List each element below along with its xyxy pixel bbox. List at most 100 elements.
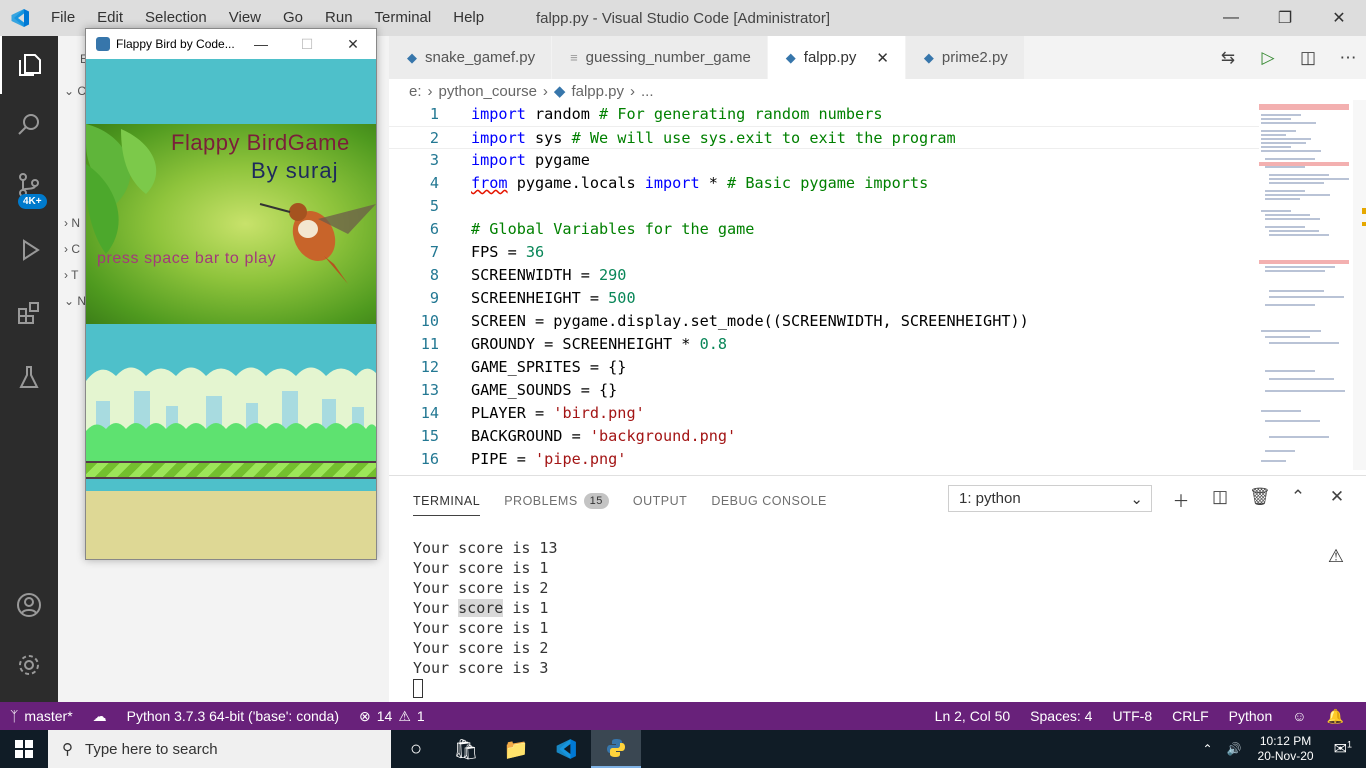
- status-eol[interactable]: CRLF: [1162, 708, 1219, 724]
- status-position[interactable]: Ln 2, Col 50: [925, 708, 1021, 724]
- testing-flask-icon[interactable]: [0, 348, 58, 406]
- terminal-select-value: 1: python: [959, 490, 1021, 507]
- notification-bell-icon[interactable]: 🔔: [1317, 708, 1354, 725]
- close-window-button[interactable]: ✕: [1312, 0, 1366, 36]
- breadcrumb-more[interactable]: ...: [641, 83, 654, 100]
- store-icon[interactable]: 🛍: [441, 730, 491, 768]
- window-controls: — ❐ ✕: [1204, 0, 1366, 36]
- code-token: # For generating random numbers: [599, 105, 883, 123]
- status-spaces[interactable]: Spaces: 4: [1020, 708, 1102, 724]
- tab-falpp[interactable]: ◆ falpp.py ✕: [767, 36, 906, 79]
- close-panel-icon[interactable]: ✕: [1327, 487, 1347, 512]
- run-file-icon[interactable]: ▷: [1258, 48, 1278, 68]
- code-line: 14 PLAYER = 'bird.png': [389, 402, 1259, 425]
- sidebar-section[interactable]: ⌄ N: [64, 294, 86, 308]
- run-debug-icon[interactable]: [0, 221, 58, 279]
- breadcrumb-folder[interactable]: python_course: [439, 83, 537, 100]
- sidebar-section[interactable]: › C: [64, 242, 80, 256]
- breadcrumb-drive[interactable]: e:: [409, 83, 422, 100]
- new-terminal-icon[interactable]: ＋: [1171, 487, 1191, 512]
- more-actions-icon[interactable]: ⋯: [1338, 48, 1358, 68]
- status-problems[interactable]: ⊗ 14 ⚠ 1: [349, 708, 435, 725]
- minimize-button[interactable]: —: [1204, 0, 1258, 36]
- split-terminal-icon[interactable]: ◫: [1210, 487, 1230, 512]
- status-bar: ᛉ master* ☁ Python 3.7.3 64-bit ('base': …: [0, 702, 1366, 730]
- tab-terminal[interactable]: TERMINAL: [413, 486, 481, 516]
- tab-output[interactable]: OUTPUT: [633, 486, 687, 516]
- sidebar-row: T: [71, 268, 79, 282]
- maximize-button[interactable]: ☐: [284, 29, 330, 59]
- task-view-icon[interactable]: ○: [391, 730, 441, 768]
- scm-badge: 4K+: [18, 194, 47, 209]
- line-number: 7: [429, 243, 439, 261]
- python-icon: ◆: [923, 49, 934, 65]
- trash-icon[interactable]: 🗑: [1249, 487, 1271, 512]
- menu-file[interactable]: File: [40, 0, 86, 36]
- status-language[interactable]: Python: [1219, 708, 1283, 724]
- extensions-icon[interactable]: [0, 284, 58, 342]
- accounts-icon[interactable]: [0, 576, 58, 634]
- code-token: random: [525, 105, 600, 123]
- status-interpreter[interactable]: Python 3.7.3 64-bit ('base': conda): [117, 708, 349, 724]
- tab-prime2[interactable]: ◆ prime2.py: [905, 36, 1025, 79]
- terminal-output[interactable]: Your score is 13 Your score is 1 Your sc…: [413, 538, 558, 698]
- restore-button[interactable]: ❐: [1258, 0, 1312, 36]
- terminal-line: Your score is 2: [413, 579, 549, 597]
- terminal-line: Your score is 3: [413, 659, 549, 677]
- terminal-line: Your score is 13: [413, 539, 558, 557]
- code-editor[interactable]: 1 import random # For generating random n…: [389, 103, 1259, 473]
- maximize-panel-icon[interactable]: ⌃: [1288, 487, 1308, 512]
- taskbar-search[interactable]: ⚲ Type here to search: [48, 730, 391, 768]
- status-branch[interactable]: ᛉ master*: [0, 708, 83, 724]
- breadcrumb-file[interactable]: falpp.py: [571, 83, 624, 100]
- editor-scrollbar[interactable]: [1353, 100, 1366, 470]
- terminal-prompt: [413, 678, 558, 698]
- code-token: # We will use sys.exit to exit the progr…: [571, 129, 956, 147]
- sidebar-section[interactable]: › N: [64, 216, 80, 230]
- code-token: PIPE =: [471, 450, 536, 468]
- status-encoding[interactable]: UTF-8: [1102, 708, 1162, 724]
- close-tab-icon[interactable]: ✕: [876, 49, 889, 67]
- settings-gear-icon[interactable]: [0, 636, 58, 694]
- sidebar-section[interactable]: › T: [64, 268, 78, 282]
- explorer-icon[interactable]: [0, 36, 58, 94]
- terminal-select[interactable]: 1: python ⌄: [948, 485, 1152, 512]
- line-number: 4: [429, 174, 439, 192]
- taskbar: ⚲ Type here to search ○ 🛍 📁 ⌃ 🔊 10:12 PM…: [0, 730, 1366, 768]
- feedback-icon[interactable]: ☺: [1282, 708, 1316, 724]
- tab-guessing-number-game[interactable]: ≡ guessing_number_game: [552, 36, 768, 79]
- menu-help[interactable]: Help: [442, 0, 495, 36]
- terminal-line: Your score is 2: [413, 639, 549, 657]
- python-taskbar-icon[interactable]: [591, 730, 641, 768]
- start-button[interactable]: [0, 730, 48, 768]
- tab-debug-console[interactable]: DEBUG CONSOLE: [711, 486, 827, 516]
- panel-actions: ＋ ◫ 🗑 ⌃ ✕: [1171, 487, 1347, 512]
- file-explorer-icon[interactable]: 📁: [491, 730, 541, 768]
- source-control-icon[interactable]: 4K+: [0, 156, 58, 214]
- code-token: sys: [525, 129, 572, 147]
- compare-changes-icon[interactable]: ⇆: [1218, 48, 1238, 68]
- pygame-window-controls: — ☐ ✕: [238, 29, 376, 59]
- pygame-window[interactable]: Flappy Bird by Code... — ☐ ✕ Flappy Bird…: [85, 28, 377, 560]
- sidebar-section[interactable]: ⌄ C: [64, 84, 86, 98]
- search-icon: ⚲: [62, 741, 73, 758]
- split-editor-icon[interactable]: ◫: [1298, 48, 1318, 68]
- volume-icon[interactable]: 🔊: [1227, 742, 1242, 756]
- minimap[interactable]: [1259, 100, 1353, 470]
- game-canvas[interactable]: Flappy BirdGame By suraj press space bar…: [86, 59, 376, 559]
- tab-problems[interactable]: PROBLEMS 15: [504, 486, 609, 516]
- tab-snake-gamef[interactable]: ◆ snake_gamef.py: [389, 36, 553, 79]
- code-token: SCREENHEIGHT =: [471, 289, 609, 307]
- search-icon[interactable]: [0, 96, 58, 154]
- code-line: 6 # Global Variables for the game: [389, 218, 1259, 241]
- notifications-icon[interactable]: ✉1: [1334, 739, 1352, 759]
- status-sync[interactable]: ☁: [83, 708, 117, 725]
- minimize-button[interactable]: —: [238, 29, 284, 59]
- vscode-taskbar-icon[interactable]: [541, 730, 591, 768]
- chevron-up-icon[interactable]: ⌃: [1203, 742, 1213, 756]
- warning-icon[interactable]: ⚠: [1328, 546, 1344, 567]
- clock[interactable]: 10:12 PM 20-Nov-20: [1258, 734, 1314, 764]
- close-window-button[interactable]: ✕: [330, 29, 376, 59]
- code-token: GAME_SPRITES = {}: [471, 358, 627, 376]
- code-token: SCREENWIDTH =: [471, 266, 600, 284]
